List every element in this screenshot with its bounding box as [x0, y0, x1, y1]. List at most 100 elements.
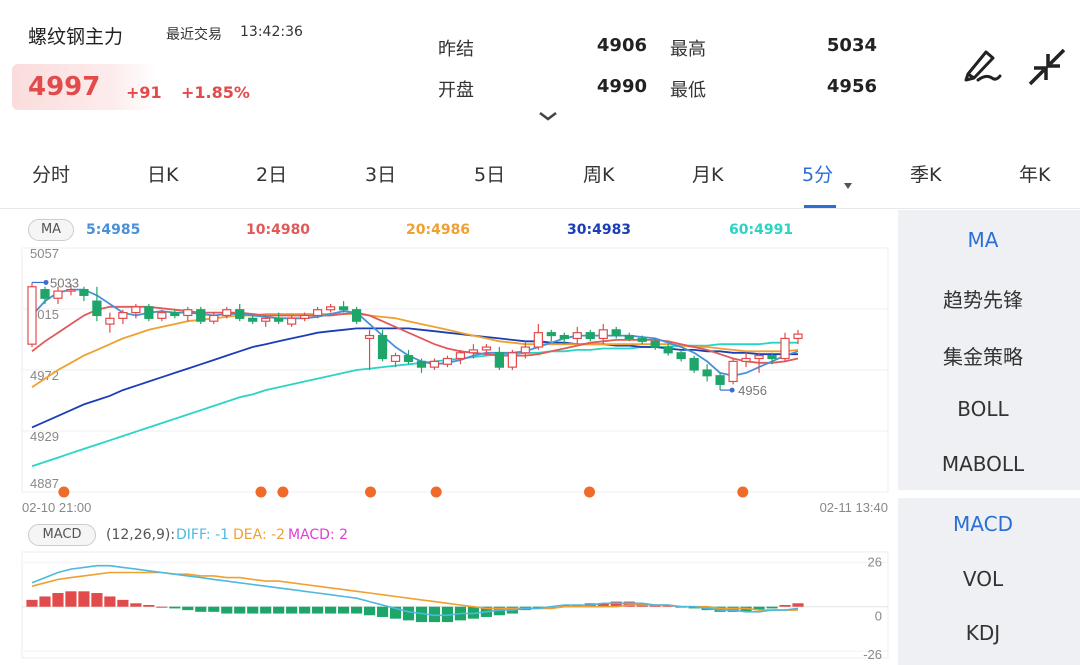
x-tick-label: 02-11 13:40 — [820, 500, 888, 515]
candle-body — [40, 289, 50, 299]
macd-bar — [260, 606, 272, 614]
macd-bar — [325, 606, 337, 614]
tab-quarter-k[interactable]: 季K — [910, 160, 941, 187]
indicator-ma[interactable]: MA — [898, 228, 1068, 252]
signal-dot — [255, 486, 267, 498]
macd-bar — [52, 593, 64, 607]
candle-body — [131, 306, 141, 314]
tab-5min[interactable]: 5分 — [802, 160, 833, 187]
macd-bar — [779, 605, 791, 607]
tab-3day[interactable]: 3日 — [365, 160, 396, 187]
candle-body — [715, 375, 725, 385]
candle-body — [364, 334, 375, 340]
candle-body — [442, 357, 453, 365]
candle-body — [196, 309, 206, 322]
draw-pen-icon[interactable] — [962, 44, 1004, 84]
tab-week-k[interactable]: 周K — [583, 160, 614, 187]
low-marker-dot — [729, 387, 735, 393]
period-tabs: 分时 日K 2日 3日 5日 周K 月K 5分 季K 年K — [0, 140, 1080, 208]
macd-bar — [143, 605, 155, 607]
tab-5day[interactable]: 5日 — [474, 160, 505, 187]
candle-body — [390, 355, 401, 362]
tab-2day[interactable]: 2日 — [256, 160, 287, 187]
candle-body — [300, 314, 310, 319]
candle-body — [274, 317, 284, 322]
divider — [0, 208, 1080, 209]
low-label: 最低 — [670, 80, 706, 101]
ma-line-ma60 — [31, 341, 798, 468]
candle-body — [429, 360, 440, 368]
macd-bar — [792, 603, 804, 607]
indicator-maboll[interactable]: MABOLL — [898, 452, 1068, 476]
macd-bar — [156, 606, 168, 608]
candle-body — [676, 352, 686, 360]
macd-bar — [234, 606, 246, 614]
macd-tick-label: 26 — [868, 554, 882, 569]
chevron-down-icon[interactable] — [538, 110, 558, 122]
indicator-macd[interactable]: MACD — [898, 512, 1068, 536]
macd-bar — [91, 593, 103, 607]
macd-bar — [195, 606, 207, 612]
candle-body — [507, 352, 517, 368]
candle-body — [53, 290, 63, 299]
candle-body — [313, 309, 323, 317]
signal-dot — [277, 486, 289, 498]
candle-body — [637, 337, 647, 342]
candle-body — [468, 349, 479, 354]
macd-bar — [338, 606, 350, 614]
signal-dot — [584, 486, 595, 498]
candle-body — [481, 346, 492, 351]
macd-bar — [299, 606, 311, 614]
macd-bar — [363, 606, 376, 616]
candle-body — [287, 317, 297, 325]
indicator-kdj[interactable]: KDJ — [898, 621, 1068, 645]
y-tick-label: 4929 — [30, 429, 59, 444]
candle-body — [377, 334, 388, 360]
tab-daily-k[interactable]: 日K — [147, 160, 178, 187]
macd-bar — [39, 596, 51, 607]
tab-fenshi[interactable]: 分时 — [32, 160, 70, 187]
trade-time: 13:42:36 — [240, 24, 303, 40]
indicator-boll[interactable]: BOLL — [898, 397, 1068, 421]
signal-dot — [365, 486, 376, 498]
candle-body — [222, 309, 232, 317]
indicator-jijin-strategy[interactable]: 集金策略 — [898, 341, 1068, 370]
kline-chart[interactable]: 5057501549724929488702-10 21:00 02-11 13:… — [0, 212, 896, 516]
y-tick-label: 4887 — [30, 476, 59, 491]
candle-body — [325, 306, 336, 311]
macd-tick-label: 0 — [875, 609, 882, 624]
candle-body — [780, 337, 790, 360]
candle-body — [92, 300, 102, 317]
candle-body — [105, 317, 115, 325]
indicator-trend-pioneer[interactable]: 趋势先锋 — [898, 284, 1068, 313]
high-value: 5034 — [826, 35, 877, 56]
open-value: 4990 — [596, 76, 647, 97]
macd-bar — [117, 599, 129, 607]
candle-body — [767, 355, 777, 360]
macd-chart[interactable]: 26 0 -26 — [0, 518, 896, 665]
tab-month-k[interactable]: 月K — [692, 160, 723, 187]
macd-bar — [273, 606, 285, 614]
macd-bar — [221, 606, 233, 614]
candle-body — [416, 360, 427, 368]
signal-dot — [430, 486, 442, 498]
indicator-vol[interactable]: VOL — [898, 567, 1068, 591]
open-label: 开盘 — [438, 80, 474, 101]
candle-body — [611, 329, 621, 337]
price-change-pct: +1.85% — [181, 83, 250, 102]
low-annotation: 4956 — [738, 383, 767, 398]
macd-bar — [208, 606, 220, 612]
macd-bar — [169, 606, 181, 609]
tab-dropdown-icon[interactable] — [844, 183, 852, 189]
macd-bar — [26, 599, 38, 607]
indicator-panel: MA 趋势先锋 集金策略 BOLL MABOLL MACD VOL KDJ — [898, 210, 1080, 665]
collapse-arrows-icon[interactable] — [1026, 46, 1068, 86]
macd-bar — [247, 606, 259, 614]
candle-body — [520, 346, 530, 354]
candle-body — [650, 340, 660, 348]
status-label: 最近交易 — [166, 27, 222, 43]
candle-body — [27, 286, 37, 345]
prev-settle-label: 昨结 — [438, 39, 474, 60]
tab-year-k[interactable]: 年K — [1019, 160, 1050, 187]
candle-body — [533, 332, 543, 348]
